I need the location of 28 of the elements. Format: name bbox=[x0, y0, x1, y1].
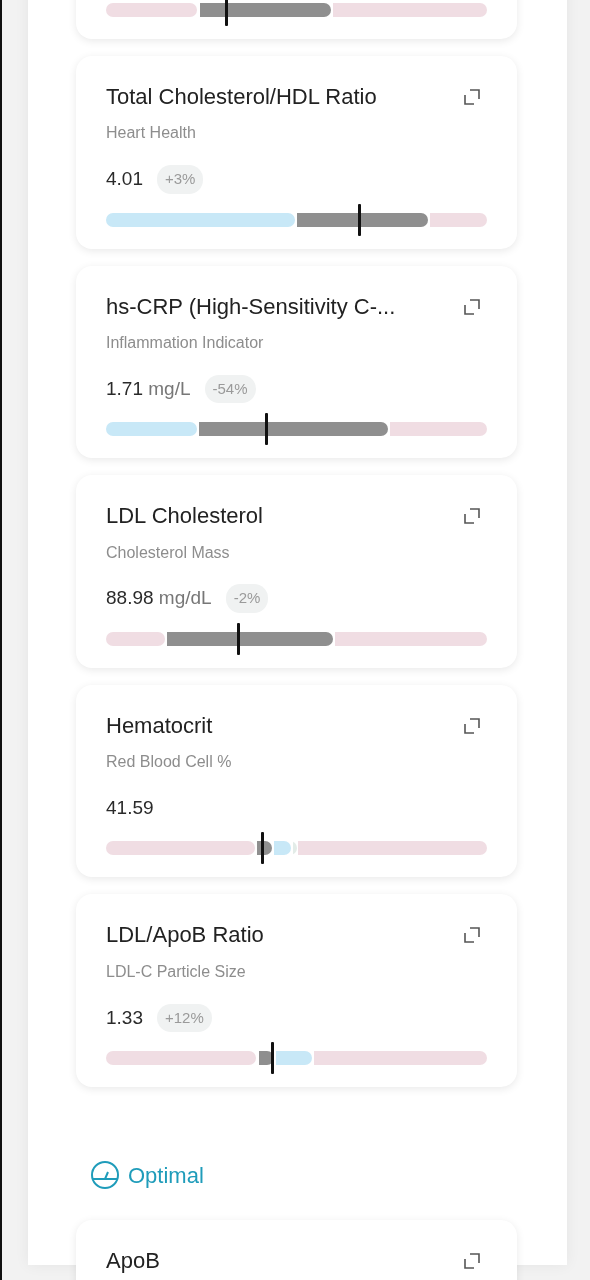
change-badge: -54% bbox=[204, 374, 256, 404]
card-subtitle: LDL-C Particle Size bbox=[106, 961, 247, 981]
expand-icon[interactable] bbox=[463, 507, 481, 526]
value-text: 41.59 bbox=[106, 796, 154, 821]
card-title: Hematocrit bbox=[106, 712, 213, 740]
card-subtitle: Red Blood Cell % bbox=[106, 752, 233, 772]
gauge-icon bbox=[90, 1160, 120, 1191]
expand-icon[interactable] bbox=[463, 1251, 481, 1270]
expand-icon[interactable] bbox=[463, 926, 481, 945]
card-title: LDL/ApoB Ratio bbox=[106, 922, 264, 949]
expand-icon[interactable] bbox=[463, 297, 481, 316]
card-subtitle: Heart Health bbox=[106, 123, 197, 143]
card-subtitle: Cholesterol Mass bbox=[106, 542, 231, 562]
change-badge: +12% bbox=[157, 1003, 212, 1033]
section-title: Optimal bbox=[128, 1161, 204, 1190]
expand-icon[interactable] bbox=[463, 88, 481, 106]
change-badge: +3% bbox=[157, 165, 204, 194]
value-text: 88.98 mg/dL bbox=[106, 586, 212, 611]
card-title: LDL Cholesterol bbox=[106, 503, 263, 530]
value-text: 4.01 bbox=[106, 167, 143, 192]
card-title: Total Cholesterol/HDL Ratio bbox=[106, 84, 377, 111]
card-title: hs-CRP (High-Sensitivity C-... bbox=[106, 293, 396, 320]
change-badge: -2% bbox=[225, 584, 269, 613]
value-text: 1.33 bbox=[106, 1005, 143, 1030]
card-title: ApoB bbox=[106, 1247, 160, 1275]
value-text: 1.71 mg/L bbox=[106, 376, 191, 401]
expand-icon[interactable] bbox=[463, 716, 481, 735]
card-subtitle: Inflammation Indicator bbox=[106, 332, 265, 353]
